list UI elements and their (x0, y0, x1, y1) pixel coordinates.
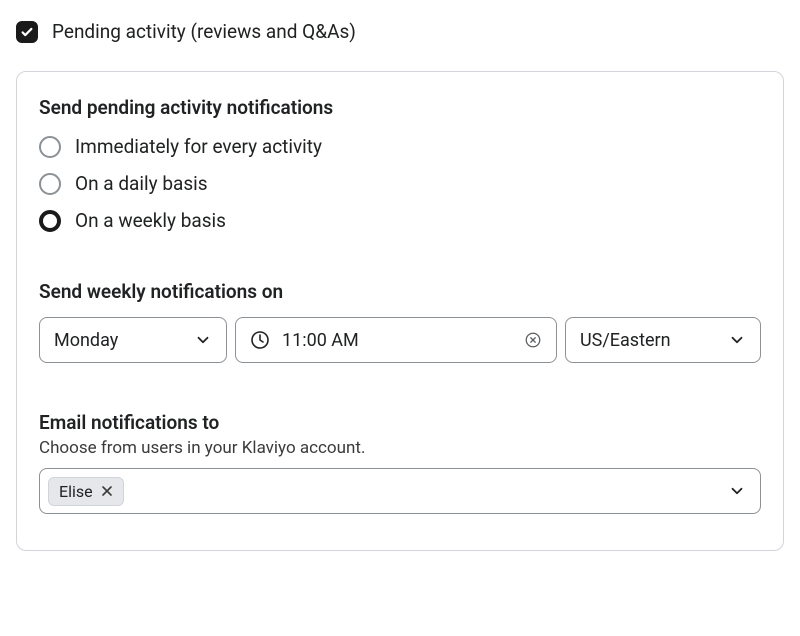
chevron-down-icon (194, 331, 212, 349)
recipients-help: Choose from users in your Klaviyo accoun… (39, 438, 761, 458)
radio-daily[interactable]: On a daily basis (39, 172, 761, 195)
pending-activity-label: Pending activity (reviews and Q&As) (52, 20, 356, 43)
recipients-select[interactable]: Elise (39, 468, 761, 514)
radio-weekly[interactable]: On a weekly basis (39, 209, 761, 232)
time-value: 11:00 AM (282, 330, 512, 351)
time-input[interactable]: 11:00 AM (235, 317, 557, 363)
frequency-title: Send pending activity notifications (39, 96, 761, 119)
recipients-label: Email notifications to (39, 411, 761, 434)
chevron-down-icon (728, 482, 746, 500)
radio-immediately-input[interactable] (39, 136, 61, 158)
clock-icon (250, 330, 270, 350)
radio-weekly-input[interactable] (39, 210, 61, 232)
remove-recipient-icon[interactable] (101, 485, 113, 497)
radio-daily-input[interactable] (39, 173, 61, 195)
chevron-down-icon (728, 331, 746, 349)
day-select[interactable]: Monday (39, 317, 227, 363)
day-select-value: Monday (54, 330, 118, 351)
check-icon (20, 25, 34, 39)
radio-daily-label: On a daily basis (75, 172, 208, 195)
timezone-select[interactable]: US/Eastern (565, 317, 761, 363)
schedule-label: Send weekly notifications on (39, 280, 761, 303)
settings-card: Send pending activity notifications Imme… (16, 71, 784, 551)
recipient-chip-label: Elise (59, 482, 93, 501)
clear-time-icon[interactable] (524, 331, 542, 349)
radio-immediately-label: Immediately for every activity (75, 135, 322, 158)
recipient-chip: Elise (48, 477, 124, 506)
frequency-radio-group: Immediately for every activity On a dail… (39, 135, 761, 232)
timezone-select-value: US/Eastern (580, 330, 671, 351)
pending-activity-checkbox[interactable] (16, 21, 38, 43)
radio-immediately[interactable]: Immediately for every activity (39, 135, 761, 158)
schedule-row: Monday 11:00 AM US/Eastern (39, 317, 761, 363)
radio-weekly-label: On a weekly basis (75, 209, 226, 232)
